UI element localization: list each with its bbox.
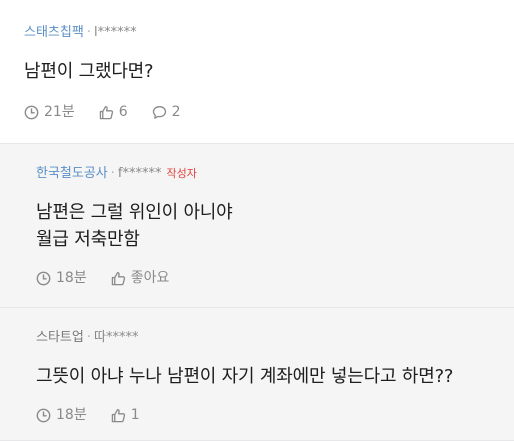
- comment-actions: 18분 1: [36, 406, 514, 424]
- comment-text-line: 월급 저축만함: [36, 229, 140, 250]
- clock-icon: [24, 105, 39, 119]
- like-count: 6: [118, 104, 128, 120]
- comment-text-line: 남편이 그랬다면?: [24, 61, 154, 82]
- comment-meta: 스타트업 · 따*****: [36, 329, 514, 346]
- thumbs-up-icon: [111, 408, 125, 422]
- timestamp: 18분: [36, 269, 87, 287]
- reply-comment: 스타트업 · 따***** 그뜻이 아냐 누나 남편이 자기 계좌에만 넣는다고 하…: [0, 307, 514, 441]
- time-label: 18분: [56, 407, 87, 423]
- reply-comment: 한국철도공사 · f****** 작성자 남편은 그럴 위인이 아니야 월급 저축만함…: [0, 143, 514, 307]
- timestamp: 18분: [36, 406, 87, 424]
- company-name[interactable]: 스태츠칩팩: [24, 25, 84, 40]
- reply-count: 2: [171, 104, 181, 120]
- comment-text-line: 그뜻이 아냐 누나 남편이 자기 계좌에만 넣는다고 하면??: [36, 366, 454, 387]
- timestamp: 21분: [24, 103, 75, 121]
- company-name: 스타트업: [36, 330, 84, 345]
- reply-button[interactable]: 2: [152, 103, 181, 121]
- thumbs-up-icon: [111, 271, 125, 285]
- like-label: 좋아요: [130, 270, 170, 286]
- like-count: 1: [130, 407, 140, 423]
- time-label: 18분: [56, 270, 87, 286]
- comment-text: 그뜻이 아냐 누나 남편이 자기 계좌에만 넣는다고 하면??: [36, 363, 514, 390]
- clock-icon: [36, 271, 51, 285]
- clock-icon: [36, 408, 51, 422]
- comment-text: 남편은 그럴 위인이 아니야 월급 저축만함: [36, 199, 514, 253]
- comment-meta: 한국철도공사 · f****** 작성자: [36, 165, 514, 182]
- comment-actions: 21분 6 2: [24, 103, 514, 121]
- author-name: 따*****: [93, 330, 139, 345]
- like-button[interactable]: 좋아요: [111, 269, 170, 287]
- comment-meta: 스태츠칩팩 · l******: [24, 24, 514, 41]
- comment-text: 남편이 그랬다면?: [24, 58, 514, 85]
- like-button[interactable]: 6: [99, 103, 128, 121]
- author-badge: 작성자: [166, 167, 197, 180]
- time-label: 21분: [44, 104, 75, 120]
- separator-dot: ·: [86, 330, 91, 345]
- speech-bubble-icon: [152, 105, 166, 119]
- company-name[interactable]: 한국철도공사: [36, 166, 108, 181]
- comment: 스태츠칩팩 · l****** 남편이 그랬다면? 21분 6 2: [0, 0, 514, 143]
- separator-dot: ·: [110, 166, 115, 181]
- separator-dot: ·: [86, 25, 91, 40]
- like-button[interactable]: 1: [111, 406, 140, 424]
- author-name: l******: [93, 25, 137, 40]
- comment-text-line: 남편은 그럴 위인이 아니야: [36, 202, 233, 223]
- thumbs-up-icon: [99, 105, 113, 119]
- author-name: f******: [117, 166, 162, 181]
- comment-actions: 18분 좋아요: [36, 269, 514, 287]
